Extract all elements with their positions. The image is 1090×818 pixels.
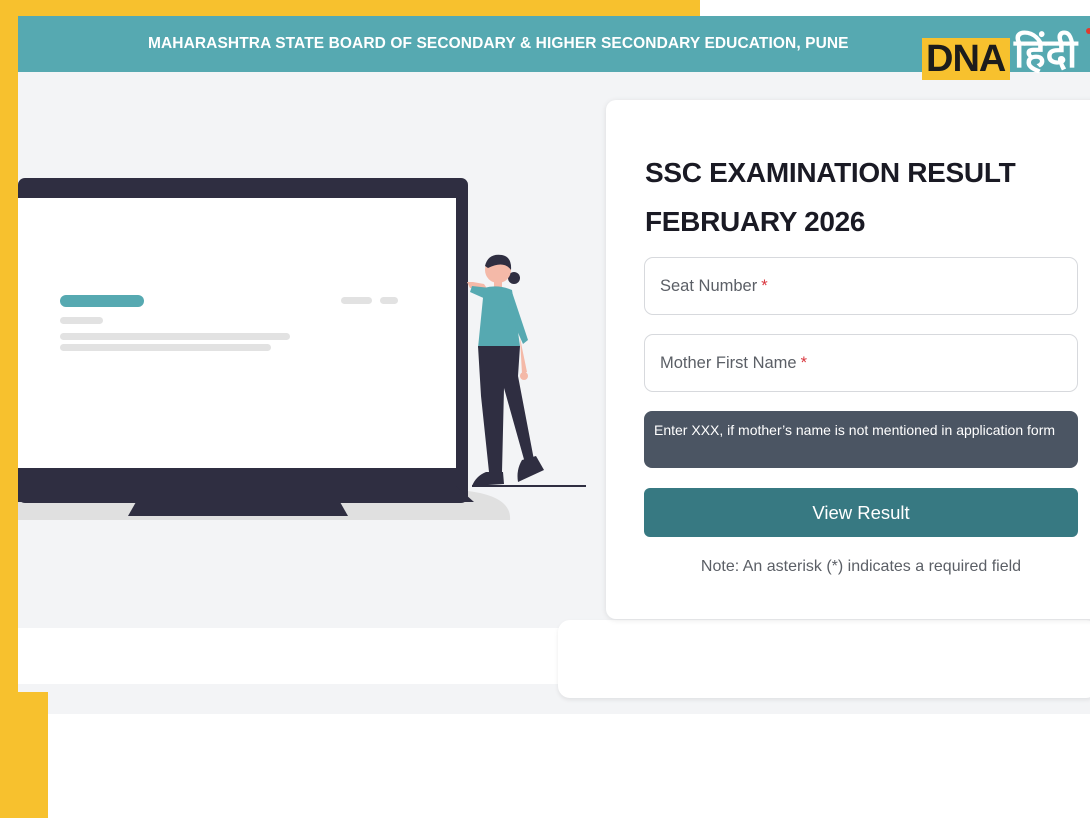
mother-name-placeholder: Mother First Name * [660, 354, 808, 372]
seat-number-field[interactable]: Seat Number * [644, 257, 1078, 315]
logo-red-dot [1086, 28, 1090, 34]
form-title: SSC EXAMINATION RESULT FEBRUARY 2026 [645, 157, 1016, 237]
laptop-base [18, 486, 474, 502]
mother-name-hint: Enter XXX, if mother’s name is not menti… [644, 411, 1078, 468]
footer-card [558, 620, 1090, 698]
screen-bar-small [60, 317, 103, 324]
required-asterisk: * [761, 277, 768, 295]
dna-hindi-logo: DNA हिंदी [922, 28, 1090, 108]
frame-corner-block [0, 692, 48, 818]
view-result-button[interactable]: View Result [644, 488, 1078, 537]
required-field-note: Note: An asterisk (*) indicates a requir… [700, 558, 1022, 575]
screen-nav-1 [341, 297, 372, 304]
frame-top-border [0, 0, 700, 16]
logo-hindi-text: हिंदी [1014, 31, 1078, 77]
result-form-card: SSC EXAMINATION RESULT FEBRUARY 2026 Sea… [606, 100, 1090, 619]
mother-name-field[interactable]: Mother First Name * [644, 334, 1078, 392]
woman-figure [467, 254, 544, 486]
required-asterisk: * [800, 354, 808, 372]
board-title: MAHARASHTRA STATE BOARD OF SECONDARY & H… [148, 35, 849, 52]
screen-bar-accent [60, 295, 144, 307]
seat-number-placeholder: Seat Number * [660, 277, 768, 295]
woman-with-laptop-illustration [18, 178, 586, 520]
logo-brand-text: DNA [926, 38, 1006, 80]
screen-nav-2 [380, 297, 398, 304]
laptop-foot [128, 502, 348, 516]
screen-bar-long [60, 333, 290, 340]
screen-bar-mid [60, 344, 271, 351]
